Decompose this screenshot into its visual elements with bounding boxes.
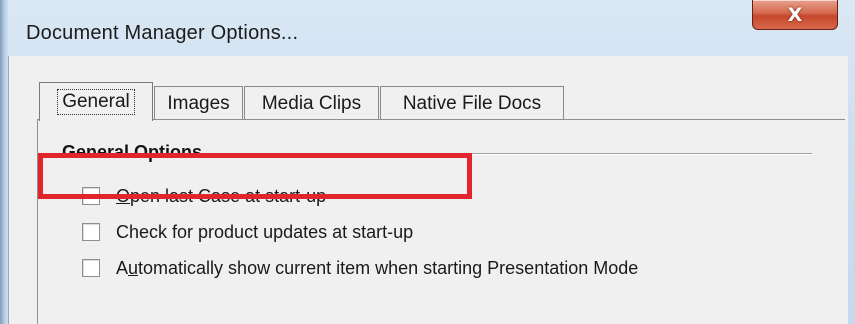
tab-general-label: General: [57, 89, 135, 115]
tab-images-label: Images: [167, 92, 230, 114]
dialog-window: Document Manager Options... X General Im…: [0, 0, 855, 324]
close-icon: X: [787, 3, 803, 26]
checkbox-auto-show-current-item[interactable]: [82, 259, 100, 277]
option-auto-show-current-item-label: Automatically show current item when sta…: [116, 257, 639, 278]
option-check-updates[interactable]: Check for product updates at start-up: [82, 218, 413, 246]
close-button[interactable]: X: [752, 0, 838, 30]
tab-native-file-docs[interactable]: Native File Docs: [380, 86, 564, 120]
tab-images[interactable]: Images: [154, 86, 243, 120]
option-check-updates-label: Check for product updates at start-up: [116, 221, 414, 242]
option-auto-show-current-item[interactable]: Automatically show current item when sta…: [82, 254, 638, 282]
dialog-title: Document Manager Options...: [26, 22, 299, 44]
checkbox-check-updates[interactable]: [82, 223, 100, 241]
highlight-annotation-box: [38, 153, 472, 199]
tab-media-clips[interactable]: Media Clips: [244, 86, 379, 120]
tab-native-file-docs-label: Native File Docs: [402, 92, 542, 114]
general-tab-panel: General Options Open last Case at start-…: [37, 119, 845, 324]
tab-media-clips-label: Media Clips: [261, 92, 362, 114]
tab-general[interactable]: General: [39, 82, 153, 121]
